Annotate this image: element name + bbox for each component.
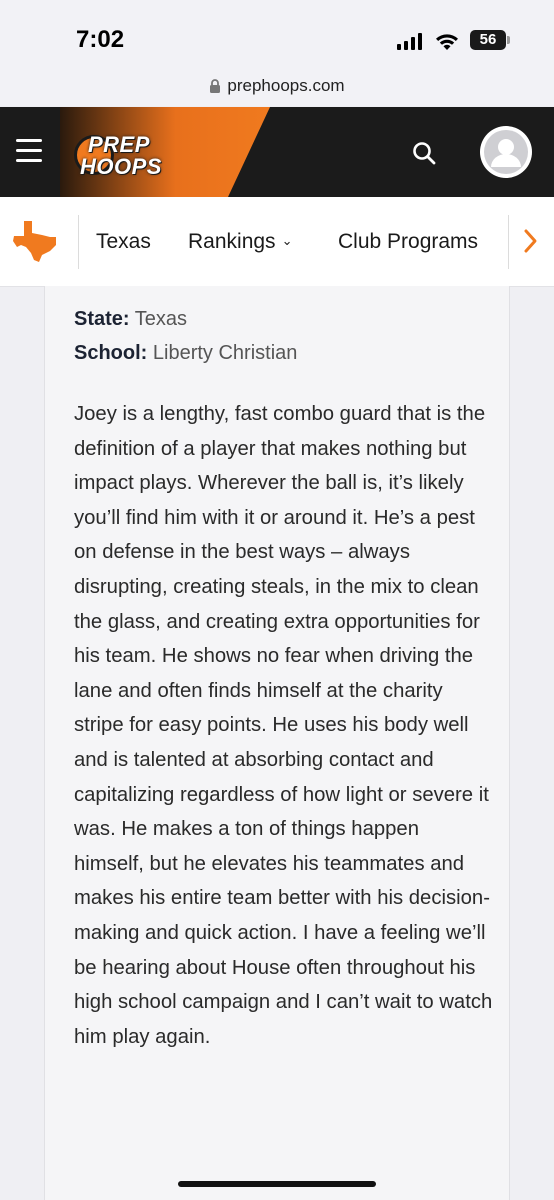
battery-icon: 56 (470, 30, 506, 50)
menu-icon[interactable] (16, 139, 42, 163)
nav-item-texas[interactable]: Texas (96, 230, 151, 254)
state-value: Texas (134, 308, 188, 330)
status-bar: 7:02 56 (0, 0, 554, 74)
lock-icon (210, 79, 221, 93)
home-indicator[interactable] (178, 1181, 376, 1187)
chevron-down-icon: ⌄ (281, 233, 293, 248)
state-label: State: (74, 308, 130, 330)
wifi-icon (436, 34, 458, 50)
school-label: School: (74, 342, 148, 364)
logo-text-hoops: HOOPS (80, 154, 162, 179)
avatar-icon[interactable] (480, 126, 532, 178)
nav-item-rankings-label: Rankings (188, 230, 276, 253)
url-text: prephoops.com (227, 76, 345, 95)
profile-state: State: Texas (74, 308, 187, 331)
player-bio: Joey is a lengthy, fast combo guard that… (74, 403, 493, 1048)
state-nav: Texas Rankings ⌄ Club Programs (0, 197, 554, 287)
texas-state-icon[interactable] (12, 219, 58, 263)
chevron-right-icon[interactable] (522, 227, 540, 255)
search-icon[interactable] (411, 140, 437, 166)
site-header: PREP HOOPS (0, 107, 554, 197)
nav-item-club-programs[interactable]: Club Programs (338, 230, 478, 254)
nav-divider (508, 215, 509, 269)
status-time: 7:02 (76, 26, 125, 53)
nav-item-rankings[interactable]: Rankings ⌄ (188, 230, 292, 254)
site-logo[interactable]: PREP HOOPS (74, 129, 186, 181)
address-bar[interactable]: prephoops.com (0, 74, 554, 106)
profile-school: School: Liberty Christian (74, 342, 297, 365)
signal-icon (397, 33, 423, 50)
nav-divider (78, 215, 79, 269)
battery-tip (507, 36, 510, 44)
school-value: Liberty Christian (152, 342, 298, 364)
